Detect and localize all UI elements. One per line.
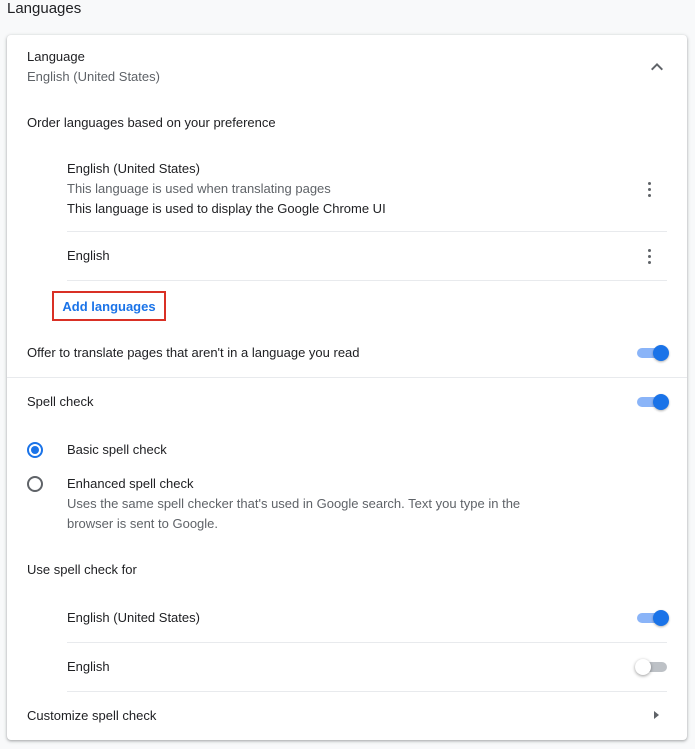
language-item-note: This language is used to display the Goo… <box>67 201 386 216</box>
chevron-right-icon <box>654 711 659 719</box>
divider <box>67 642 667 643</box>
language-item-name: English <box>67 248 110 263</box>
language-list-item: English (United States) This language is… <box>67 153 667 223</box>
enhanced-spellcheck-radio[interactable] <box>27 476 43 492</box>
customize-spellcheck-row[interactable]: Customize spell check <box>7 692 687 738</box>
section-divider <box>7 377 687 378</box>
enhanced-spellcheck-label[interactable]: Enhanced spell check <box>67 476 193 491</box>
current-language: English (United States) <box>27 69 160 84</box>
language-item-name: English (United States) <box>67 161 200 176</box>
language-item-note: This language is used when translating p… <box>67 181 331 196</box>
language-label: Language <box>27 49 85 64</box>
spellcheck-language-toggle[interactable] <box>635 608 669 628</box>
enhanced-spellcheck-description: browser is sent to Google. <box>67 516 219 531</box>
divider <box>67 280 667 281</box>
use-spellcheck-heading: Use spell check for <box>27 562 137 577</box>
page-title: Languages <box>7 0 82 17</box>
spellcheck-language-name: English <box>67 659 110 674</box>
divider <box>67 231 667 232</box>
enhanced-spellcheck-description: Uses the same spell checker that's used … <box>67 496 521 511</box>
customize-spellcheck-label[interactable]: Customize spell check <box>27 708 156 723</box>
spellcheck-language-toggle[interactable] <box>635 657 669 677</box>
translate-toggle[interactable] <box>635 343 669 363</box>
chevron-up-icon[interactable] <box>645 55 669 79</box>
spellcheck-language-name: English (United States) <box>67 610 200 625</box>
spellcheck-toggle[interactable] <box>635 392 669 412</box>
languages-card: Language English (United States) Order l… <box>7 35 687 740</box>
spellcheck-label: Spell check <box>27 394 94 409</box>
more-options-icon[interactable] <box>637 244 661 268</box>
more-options-icon[interactable] <box>637 177 661 201</box>
translate-label: Offer to translate pages that aren't in … <box>27 345 360 360</box>
order-heading: Order languages based on your preference <box>27 115 276 130</box>
add-languages-button[interactable]: Add languages <box>52 291 166 321</box>
basic-spellcheck-label[interactable]: Basic spell check <box>67 442 167 457</box>
basic-spellcheck-radio[interactable] <box>27 442 43 458</box>
